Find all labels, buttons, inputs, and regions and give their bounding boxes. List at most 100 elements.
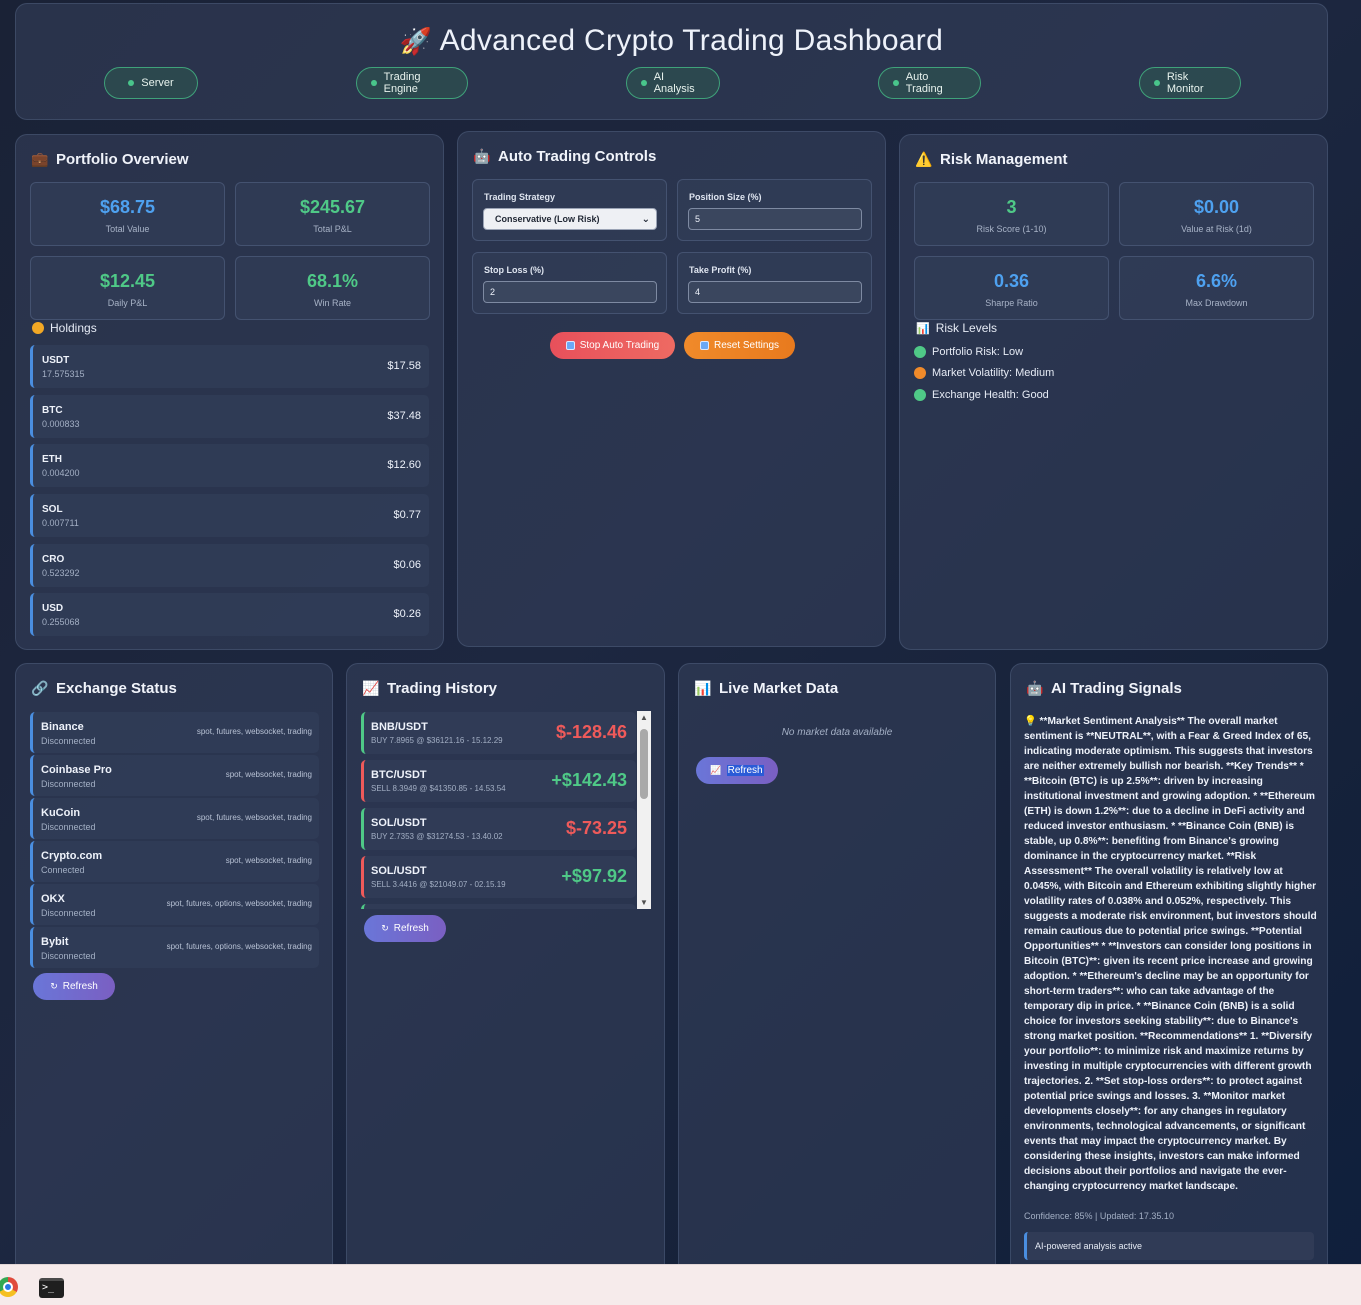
stat-value-at-risk: $0.00 Value at Risk (1d) [1119, 182, 1314, 246]
exchange-row[interactable]: Coinbase Pro Disconnected spot, websocket,… [30, 755, 319, 796]
portfolio-overview-card: 💼 Portfolio Overview $68.75 Total Value $… [15, 134, 444, 650]
status-dot-icon [914, 346, 926, 358]
briefcase-icon: 💼 [31, 151, 49, 167]
dashboard-header: 🚀 Advanced Crypto Trading Dashboard Serv… [15, 3, 1328, 120]
stat-daily-pnl: $12.45 Daily P&L [30, 256, 225, 320]
stat-total-pnl: $245.67 Total P&L [235, 182, 430, 246]
holding-row[interactable]: CRO 0.523292 $0.06 [30, 544, 429, 587]
terminal-icon[interactable]: >_ [39, 1278, 64, 1298]
exchange-title: 🔗 Exchange Status [31, 680, 177, 697]
robot-icon: 🤖 [1026, 680, 1044, 696]
holding-row[interactable]: USD 0.255068 $0.26 [30, 593, 429, 636]
status-dot-icon [128, 80, 135, 86]
ai-title: 🤖 AI Trading Signals [1026, 680, 1182, 697]
refresh-icon: ↻ [381, 923, 389, 933]
status-dot-icon [641, 80, 647, 86]
status-dot-icon [914, 367, 926, 379]
exchange-row[interactable]: OKX Disconnected spot, futures, options, w… [30, 884, 319, 925]
take-profit-input[interactable]: 4 [688, 281, 862, 303]
link-icon: 🔗 [31, 680, 49, 696]
chevron-down-icon: ⌄ [641, 213, 650, 225]
refresh-icon [699, 341, 709, 350]
refresh-icon: ↻ [50, 981, 58, 991]
status-dot-icon [371, 80, 377, 86]
trend-icon: 📈 [362, 680, 380, 696]
chart-icon: 📈 [710, 765, 722, 775]
status-auto-trading[interactable]: Auto Trading [878, 67, 981, 99]
ai-analysis-text: 💡 **Market Sentiment Analysis** The over… [1024, 716, 1317, 1192]
trading-history-card: 📈 Trading History BNB/USDT BUY 7.8965 @ $… [346, 663, 665, 1303]
stop-loss-field: Stop Loss (%) 2 [472, 252, 667, 314]
stat-sharpe-ratio: 0.36 Sharpe Ratio [914, 256, 1109, 320]
lightbulb-icon: 💡 [1024, 716, 1037, 727]
strategy-select[interactable]: Conservative (Low Risk) ⌄ [483, 208, 657, 230]
market-empty-text: No market data available [781, 727, 893, 738]
risk-level-item: Exchange Health: Good [914, 389, 1049, 401]
exchange-row[interactable]: Bybit Disconnected spot, futures, options,… [30, 927, 319, 968]
coin-icon [32, 322, 44, 334]
portfolio-title: 💼 Portfolio Overview [31, 151, 189, 168]
exchange-row[interactable]: Binance Disconnected spot, futures, websoc… [30, 712, 319, 753]
trade-row[interactable]: SOL/USDT BUY 2.7353 @ $31274.53 - 13.40.0… [361, 808, 636, 850]
trade-row[interactable]: SOL/USDT SELL 3.4416 @ $21049.07 - 02.15.… [361, 856, 636, 898]
risk-levels-heading: 📊 Risk Levels [916, 321, 998, 335]
rocket-icon: 🚀 [399, 26, 433, 56]
status-dot-icon [1154, 80, 1160, 86]
trade-row[interactable]: BNB/USDT BUY 7.8965 @ $36121.16 - 15.12.2… [361, 712, 636, 754]
exchange-row[interactable]: KuCoin Disconnected spot, futures, websock… [30, 798, 319, 839]
page-title: 🚀 Advanced Crypto Trading Dashboard [399, 24, 944, 57]
status-dot-icon [893, 80, 899, 86]
scroll-down-icon[interactable]: ▼ [640, 898, 648, 907]
stat-win-rate: 68.1% Win Rate [235, 256, 430, 320]
stop-icon [565, 341, 575, 350]
scroll-up-icon[interactable]: ▲ [640, 713, 648, 722]
status-dot-icon [914, 389, 926, 401]
reset-settings-button[interactable]: Reset Settings [684, 332, 795, 359]
risk-level-item: Market Volatility: Medium [914, 367, 1054, 379]
auto-trading-title: 🤖 Auto Trading Controls [473, 148, 657, 165]
taskbar: >_ [0, 1264, 1361, 1305]
stat-total-value: $68.75 Total Value [30, 182, 225, 246]
stop-auto-trading-button[interactable]: Stop Auto Trading [550, 332, 675, 359]
status-risk-monitor[interactable]: Risk Monitor [1139, 67, 1241, 99]
robot-icon: 🤖 [473, 148, 491, 164]
position-size-field: Position Size (%) 5 [677, 179, 872, 241]
chrome-icon[interactable] [0, 1277, 18, 1297]
trade-list[interactable]: BNB/USDT BUY 7.8965 @ $36121.16 - 15.12.2… [361, 711, 637, 909]
exchange-row[interactable]: Crypto.com Connected spot, websocket, trad… [30, 841, 319, 882]
status-server[interactable]: Server [104, 67, 198, 99]
take-profit-field: Take Profit (%) 4 [677, 252, 872, 314]
scrollbar-thumb[interactable] [640, 729, 648, 799]
live-market-card: 📊 Live Market Data No market data availa… [678, 663, 996, 1303]
market-refresh-button[interactable]: 📈 Refresh [696, 757, 778, 784]
history-refresh-button[interactable]: ↻ Refresh [364, 915, 446, 942]
bar-chart-icon: 📊 [916, 322, 930, 335]
status-ai-analysis[interactable]: AI Analysis [626, 67, 720, 99]
warning-icon: ⚠️ [915, 151, 933, 167]
ai-meta: Confidence: 85% | Updated: 17.35.10 [1024, 1211, 1174, 1221]
exchange-status-card: 🔗 Exchange Status Binance Disconnected spo… [15, 663, 333, 1303]
ai-status-box: AI-powered analysis active [1024, 1232, 1314, 1260]
risk-level-item: Portfolio Risk: Low [914, 346, 1023, 358]
market-title: 📊 Live Market Data [694, 680, 839, 697]
stat-risk-score: 3 Risk Score (1-10) [914, 182, 1109, 246]
trade-row-partial [361, 904, 636, 909]
trade-row[interactable]: BTC/USDT SELL 8.3949 @ $41350.85 - 14.53.… [361, 760, 636, 802]
risk-title: ⚠️ Risk Management [915, 151, 1068, 168]
holding-row[interactable]: BTC 0.000833 $37.48 [30, 395, 429, 438]
trade-list-scrollbar[interactable]: ▲ ▼ [637, 711, 651, 909]
ai-signals-card: 🤖 AI Trading Signals 💡 **Market Sentimen… [1010, 663, 1328, 1303]
history-title: 📈 Trading History [362, 680, 498, 697]
strategy-field: Trading Strategy Conservative (Low Risk)… [472, 179, 667, 241]
exchange-refresh-button[interactable]: ↻ Refresh [33, 973, 115, 1000]
holding-row[interactable]: ETH 0.004200 $12.60 [30, 444, 429, 487]
bar-chart-icon: 📊 [694, 680, 712, 696]
risk-management-card: ⚠️ Risk Management 3 Risk Score (1-10) $0… [899, 134, 1328, 650]
stop-loss-input[interactable]: 2 [483, 281, 657, 303]
position-size-input[interactable]: 5 [688, 208, 862, 230]
holding-row[interactable]: SOL 0.007711 $0.77 [30, 494, 429, 537]
auto-trading-card: 🤖 Auto Trading Controls Trading Strategy… [457, 131, 886, 647]
status-trading-engine[interactable]: Trading Engine [356, 67, 468, 99]
holding-row[interactable]: USDT 17.575315 $17.58 [30, 345, 429, 388]
stat-max-drawdown: 6.6% Max Drawdown [1119, 256, 1314, 320]
